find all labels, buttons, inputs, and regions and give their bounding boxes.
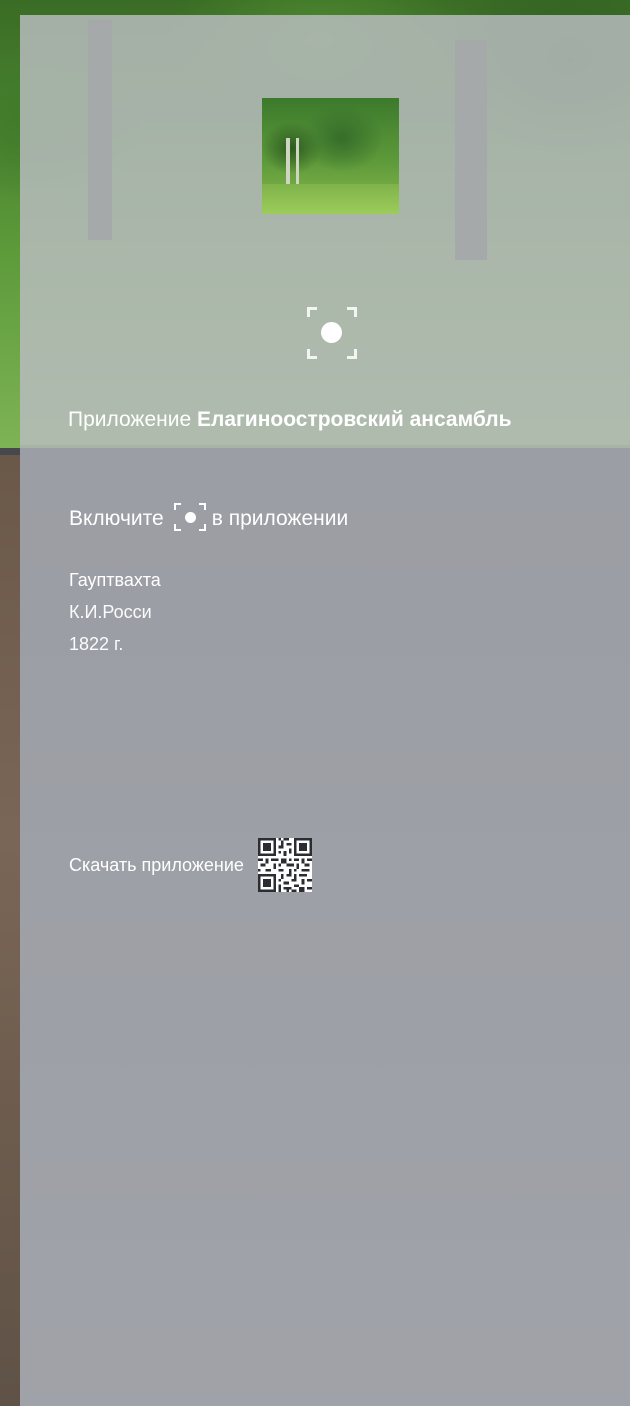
enable-after-text: в приложении bbox=[211, 507, 349, 530]
app-name: Елагиноостровский ансамбль bbox=[197, 408, 512, 431]
object-caption: Гауптвахта К.И.Росси 1822 г. bbox=[69, 568, 161, 664]
scan-corner bbox=[198, 524, 206, 532]
scan-corner bbox=[198, 503, 206, 511]
scan-corner bbox=[307, 307, 317, 317]
scan-dot bbox=[184, 512, 196, 524]
scan-dot bbox=[321, 322, 342, 343]
scan-corner bbox=[307, 349, 317, 359]
scan-corner bbox=[347, 349, 357, 359]
download-app-label: Скачать приложение bbox=[69, 855, 244, 875]
scan-frame-icon bbox=[173, 503, 206, 532]
thumbnail-birch-trunk bbox=[286, 138, 290, 188]
object-name: Гауптвахта bbox=[69, 570, 161, 590]
enable-instruction: Включите в приложении bbox=[69, 503, 349, 533]
thumbnail-grass bbox=[262, 184, 399, 214]
qr-code-icon bbox=[257, 838, 312, 892]
scan-corner bbox=[347, 307, 357, 317]
app-name-line: Приложение Елагиноостровский ансамбль bbox=[68, 407, 512, 433]
thumbnail-birch-trunk bbox=[296, 138, 299, 188]
app-prefix: Приложение bbox=[68, 408, 192, 431]
scan-corner bbox=[173, 503, 181, 511]
enable-before-text: Включите bbox=[69, 507, 164, 530]
scan-corner bbox=[173, 524, 181, 532]
object-year: 1822 г. bbox=[69, 634, 124, 654]
garden-thumbnail bbox=[262, 98, 399, 214]
info-panel bbox=[20, 15, 630, 1406]
download-app-link[interactable]: Скачать приложение bbox=[69, 838, 312, 892]
scan-frame-icon[interactable] bbox=[307, 307, 357, 359]
background-road-edge bbox=[0, 455, 20, 1406]
object-author: К.И.Росси bbox=[69, 602, 152, 622]
